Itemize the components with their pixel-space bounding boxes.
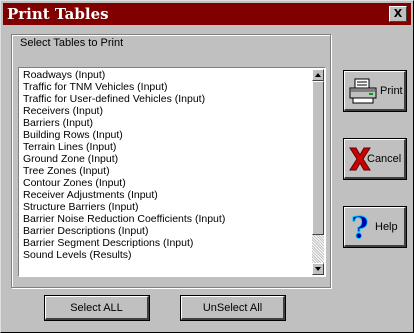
list-item[interactable]: Barrier Segment Descriptions (Input) [23,237,311,249]
print-tables-dialog: Print Tables X Select Tables to Print Ro… [0,0,414,333]
list-item[interactable]: Tree Zones (Input) [23,165,311,177]
tables-list: Roadways (Input) Traffic for TNM Vehicles… [23,69,311,261]
cancel-label: Cancel [367,153,402,165]
list-item[interactable]: Traffic for TNM Vehicles (Input) [23,81,311,93]
list-item[interactable]: Contour Zones (Input) [23,177,311,189]
help-label: Help [375,221,398,233]
list-item[interactable]: Barrier Noise Reduction Coefficients (In… [23,213,311,225]
list-item[interactable]: Receivers (Input) [23,105,311,117]
down-arrow-icon [315,267,321,271]
scroll-thumb[interactable] [312,81,324,235]
help-button[interactable]: ? Help [344,207,406,247]
list-item[interactable]: Ground Zone (Input) [23,153,311,165]
list-item[interactable]: Building Rows (Input) [23,129,311,141]
print-label: Print [380,85,403,97]
print-button[interactable]: Print [344,71,406,111]
printer-icon [349,78,377,104]
scroll-down-button[interactable] [312,263,324,275]
window-title: Print Tables [7,5,109,23]
question-mark-icon: ? [351,211,370,243]
unselect-all-button[interactable]: UnSelect All [181,296,285,320]
up-arrow-icon [315,73,321,77]
title-bar[interactable]: Print Tables X [3,3,411,25]
list-item[interactable]: Traffic for User-defined Vehicles (Input… [23,93,311,105]
vertical-scrollbar[interactable] [312,69,324,275]
list-item[interactable]: Barrier Descriptions (Input) [23,225,311,237]
list-item[interactable]: Structure Barriers (Input) [23,201,311,213]
list-item[interactable]: Terrain Lines (Input) [23,141,311,153]
cancel-button[interactable]: Cancel [344,139,406,179]
close-button[interactable]: X [389,6,407,22]
list-item[interactable]: Roadways (Input) [23,69,311,81]
group-label: Select Tables to Print [20,37,124,49]
scroll-track[interactable] [312,235,324,263]
svg-text:?: ? [351,211,369,243]
scroll-up-button[interactable] [312,69,324,81]
list-item[interactable]: Sound Levels (Results) [23,249,311,261]
list-item[interactable]: Barriers (Input) [23,117,311,129]
tables-listbox[interactable]: Roadways (Input) Traffic for TNM Vehicles… [18,67,326,277]
list-item[interactable]: Receiver Adjustments (Input) [23,189,311,201]
select-all-button[interactable]: Select ALL [45,296,149,320]
